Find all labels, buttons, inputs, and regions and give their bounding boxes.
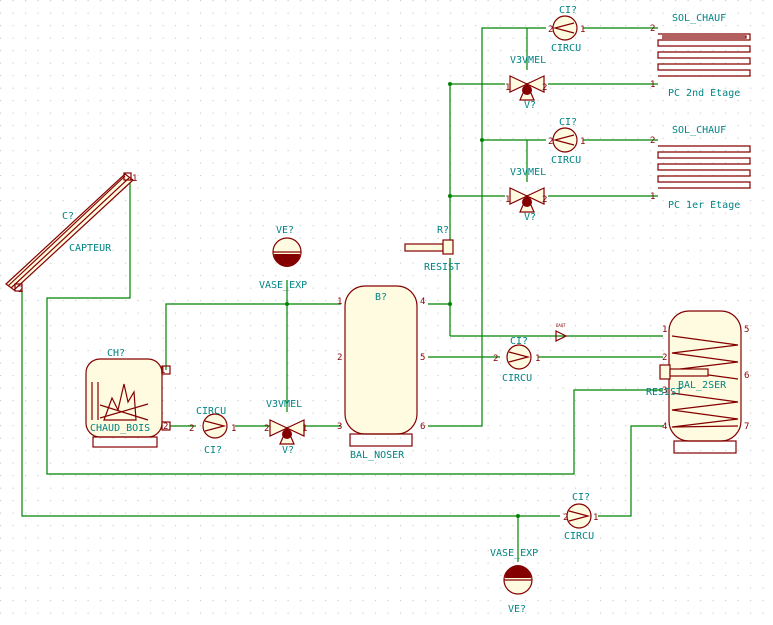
capteur-pin1: 1: [132, 174, 137, 184]
sol-chauf1-pin2: 2: [650, 24, 655, 34]
v3vmel-top1-value: V3VMEL: [510, 55, 546, 66]
circu-top1-pin2: 2: [548, 25, 553, 35]
vase-exp-bottom-ref: VE?: [508, 604, 526, 615]
chaud-bois-ref: CH?: [107, 348, 125, 359]
schematic-canvas: 1 2 C? CAPTEUR 1 2 CH? CHAUD_BOIS 2 1 CI…: [0, 0, 773, 625]
daq-label: DAQT: [556, 323, 566, 328]
sol-chauf2-name: PC 1er Etage: [668, 200, 740, 211]
circu-mid-value: CIRCU: [502, 373, 532, 384]
bal-2ser-pin7: 7: [744, 422, 749, 432]
v3vmel-main-pin2: 2: [264, 424, 269, 434]
circu-top2-value: CIRCU: [551, 155, 581, 166]
bal-2ser-pin2: 2: [662, 353, 667, 363]
v3vmel-top1-pin1: 1: [505, 83, 510, 93]
bal-noser-pin5: 5: [420, 353, 425, 363]
bal-noser-pin3: 3: [337, 422, 342, 432]
bal-2ser-pin6: 6: [744, 371, 749, 381]
v3vmel-top1-ref: V?: [524, 100, 536, 111]
circu-mid-ref: CI?: [510, 336, 528, 347]
sol-chauf1-value: SOL_CHAUF: [672, 13, 726, 24]
vase-exp-top-ref: VE?: [276, 225, 294, 236]
v3vmel-top2-pin2: 2: [542, 195, 547, 205]
bal-noser-pin6: 6: [420, 422, 425, 432]
sol-chauf1-name: PC 2nd Etage: [668, 88, 740, 99]
bal-noser-pin1: 1: [337, 297, 342, 307]
v3vmel-top2-pin1: 1: [505, 195, 510, 205]
chaud-bois-pin1: 1: [160, 366, 165, 376]
sol-chauf2-pin1: 1: [650, 192, 655, 202]
bal-noser-value: BAL_NOSER: [350, 450, 405, 461]
circu-mid-pin2: 2: [493, 354, 498, 364]
circu-main-value: CIRCU: [196, 406, 226, 417]
resist-top-value: RESIST: [424, 262, 460, 273]
circu-bottom-pin2: 2: [563, 513, 568, 523]
v3vmel-main-pin1: 1: [302, 424, 307, 434]
bal-noser-pin4: 4: [420, 297, 425, 307]
bal-noser-ref: B?: [375, 292, 387, 303]
circu-top2-ref: CI?: [559, 117, 577, 128]
sol-chauf1-pin1: 1: [650, 80, 655, 90]
vase-exp-bottom-value: VASE_EXP: [490, 548, 538, 559]
v3vmel-main-ref: V?: [282, 445, 294, 456]
bal-2ser-pin1: 1: [662, 325, 667, 335]
v3vmel-top2-ref: V?: [524, 212, 536, 223]
circu-bottom-value: CIRCU: [564, 531, 594, 542]
chaud-bois-pin2: 2: [163, 422, 168, 432]
bal-noser-pin2: 2: [337, 353, 342, 363]
bal-2ser-pin5: 5: [744, 325, 749, 335]
circu-top2-pin1: 1: [580, 137, 585, 147]
sol-chauf2-value: SOL_CHAUF: [672, 125, 726, 136]
circu-top1-pin1: 1: [580, 25, 585, 35]
v3vmel-top2-value: V3VMEL: [510, 167, 546, 178]
circu-top1-ref: CI?: [559, 5, 577, 16]
circu-top2-pin2: 2: [548, 137, 553, 147]
capteur-value: CAPTEUR: [69, 243, 112, 254]
v3vmel-main-value: V3VMEL: [266, 399, 302, 410]
chaud-bois-boiler[interactable]: 1 2 CH? CHAUD_BOIS: [85, 348, 171, 448]
capteur-pin2: 2: [18, 285, 23, 295]
chaud-bois-value: CHAUD_BOIS: [90, 423, 150, 434]
circu-main-pin2: 2: [189, 424, 194, 434]
capteur-ref: C?: [62, 211, 74, 222]
v3vmel-top1-pin2: 2: [542, 83, 547, 93]
circu-bottom-ref: CI?: [572, 492, 590, 503]
bal-2ser-pin4: 4: [662, 422, 667, 432]
circu-mid-pin1: 1: [535, 354, 540, 364]
sol-chauf2-pin2: 2: [650, 136, 655, 146]
circu-bottom-pin1: 1: [593, 513, 598, 523]
resist-2ser-value: RESIST: [646, 387, 682, 398]
circu-main-pin1: 1: [231, 424, 236, 434]
circu-top1-value: CIRCU: [551, 43, 581, 54]
vase-exp-top-value: VASE_EXP: [259, 280, 307, 291]
resist-top-ref: R?: [437, 225, 449, 236]
bal-2ser-tank[interactable]: 1 2 3 4 5 6 7 BAL_2SER: [662, 310, 749, 454]
circu-main-ref: CI?: [204, 445, 222, 456]
bal-2ser-value: BAL_2SER: [678, 380, 727, 391]
